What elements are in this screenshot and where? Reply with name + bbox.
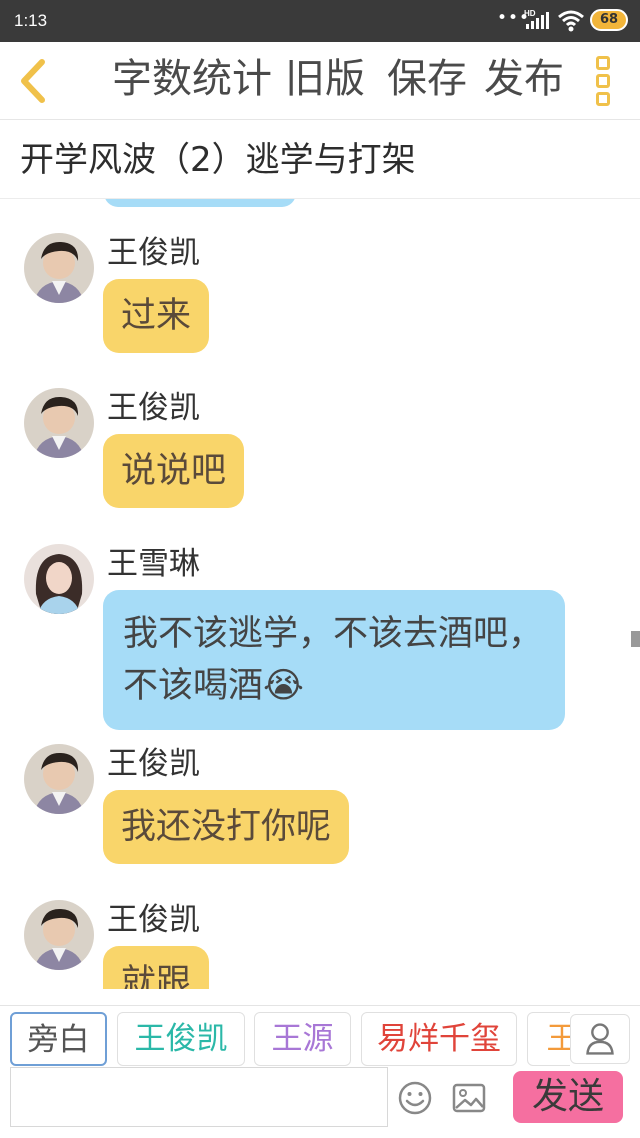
sender-name: 王俊凯 <box>107 746 200 782</box>
message-input[interactable] <box>10 1067 388 1127</box>
send-button[interactable]: 发送 <box>513 1071 623 1123</box>
avatar[interactable] <box>24 233 94 303</box>
role-tab-narrator[interactable]: 旁白 <box>10 1012 107 1066</box>
message-bubble[interactable]: 过来 <box>103 279 210 353</box>
avatar[interactable] <box>24 544 94 614</box>
publish-button[interactable]: 发布 <box>484 54 564 104</box>
role-tab-list: 旁白 王俊凯 王源 易烊千玺 王 <box>0 1006 570 1068</box>
message-bubble-partial <box>104 199 296 207</box>
more-vertical-icon[interactable] <box>596 56 612 108</box>
wifi-icon <box>558 10 584 32</box>
avatar[interactable] <box>24 388 94 458</box>
message-bubble[interactable]: 说说吧 <box>103 434 245 508</box>
save-button[interactable]: 保存 <box>387 54 467 104</box>
role-tab-wangjunkai[interactable]: 王俊凯 <box>117 1012 245 1066</box>
message-bubble[interactable]: 就跟 <box>103 946 210 989</box>
old-version-button[interactable]: 旧版 <box>285 54 365 104</box>
signal-icon: HD <box>524 9 549 29</box>
smiley-icon[interactable] <box>398 1081 432 1115</box>
sender-name: 王俊凯 <box>107 390 200 426</box>
user-icon[interactable] <box>570 1014 630 1064</box>
top-toolbar: 字数统计 旧版 保存 发布 <box>0 42 640 120</box>
input-row: 发送 <box>0 1067 640 1138</box>
role-tab-yiyangqianxi[interactable]: 易烊千玺 <box>361 1012 517 1066</box>
avatar[interactable] <box>24 744 94 814</box>
message-bubble[interactable]: 我不该逃学，不该去酒吧，不该喝酒😭 <box>103 590 565 730</box>
avatar[interactable] <box>24 900 94 970</box>
chevron-left-icon[interactable] <box>14 56 54 106</box>
word-count-button[interactable]: 字数统计 <box>112 54 272 104</box>
image-icon[interactable] <box>452 1083 486 1113</box>
sender-name: 王俊凯 <box>107 235 200 271</box>
battery-icon: 68 <box>590 9 628 31</box>
sender-name: 王俊凯 <box>107 902 200 938</box>
role-tab-partial[interactable]: 王 <box>527 1012 570 1066</box>
status-time: 1:13 <box>14 11 48 30</box>
status-bar: 1:13 ••• HD 68 <box>0 0 640 42</box>
role-tab-wangyuan[interactable]: 王源 <box>254 1012 351 1066</box>
chapter-title[interactable]: 开学风波（2）逃学与打架 <box>20 138 416 182</box>
chat-area[interactable]: 王俊凯 过来 王俊凯 说说吧 王雪琳 我不该逃学，不该去酒吧，不该喝酒😭 王俊凯… <box>0 199 640 989</box>
scrollbar[interactable] <box>631 631 640 647</box>
network-type: HD <box>524 9 536 18</box>
role-selector-bar: 旁白 王俊凯 王源 易烊千玺 王 <box>0 1005 640 1067</box>
sender-name: 王雪琳 <box>107 546 200 582</box>
message-bubble[interactable]: 我还没打你呢 <box>103 790 350 864</box>
